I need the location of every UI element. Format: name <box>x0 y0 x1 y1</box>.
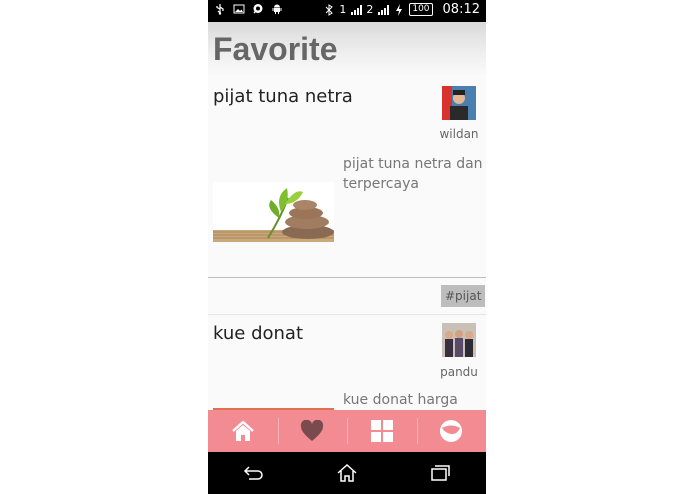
post-divider <box>208 277 486 278</box>
bluetooth-off-icon <box>323 3 335 16</box>
avatar[interactable] <box>442 86 476 120</box>
nav-back-button[interactable] <box>208 452 301 494</box>
post-username: pandu <box>440 365 478 379</box>
grid-icon <box>370 420 393 442</box>
post-description: kue donat harga <box>343 392 458 408</box>
profile-circle-icon <box>440 420 463 442</box>
usb-icon <box>214 3 226 15</box>
nav-recent-button[interactable] <box>393 452 486 494</box>
post-description: pijat tuna netra dan terpercaya <box>343 156 483 192</box>
sim2-label: 2 <box>366 3 374 16</box>
bottom-tab-bar <box>208 410 486 452</box>
post-tag[interactable]: #pijat <box>441 285 486 307</box>
heart-icon <box>301 420 324 441</box>
post-image[interactable] <box>213 182 334 242</box>
tab-favorite[interactable] <box>277 410 348 452</box>
back-icon <box>244 466 264 480</box>
post-card[interactable]: kue donat pandu kue donat harga <box>208 314 486 412</box>
image-icon <box>233 3 245 15</box>
post-card[interactable]: pijat tuna netra wildan pijat tuna netra… <box>208 76 486 276</box>
chat-icon <box>252 3 264 15</box>
app-header: Favorite <box>208 22 486 76</box>
home-nav-icon <box>337 464 357 482</box>
avatar[interactable] <box>442 323 476 357</box>
tab-categories[interactable] <box>347 410 417 452</box>
post-username: wildan <box>439 127 479 141</box>
status-bar: 1 2 100 08:12 <box>208 0 486 22</box>
battery-level: 100 <box>409 3 433 16</box>
clock: 08:12 <box>442 2 480 17</box>
recent-apps-icon <box>430 465 450 481</box>
tab-home[interactable] <box>208 410 278 452</box>
status-right-icons: 1 2 100 08:12 <box>323 2 480 17</box>
system-nav-bar <box>208 452 486 494</box>
page-title: Favorite <box>213 31 338 67</box>
phone-screen: 1 2 100 08:12 Favorite pijat tuna netra <box>208 0 486 494</box>
post-title[interactable]: pijat tuna netra <box>213 86 353 107</box>
post-title[interactable]: kue donat <box>213 323 303 344</box>
signal-icon <box>350 4 363 16</box>
signal-icon-2 <box>377 4 390 16</box>
nav-home-button[interactable] <box>301 452 394 494</box>
home-icon <box>231 420 254 441</box>
status-left-icons <box>214 3 283 15</box>
tab-profile[interactable] <box>416 410 487 452</box>
android-icon <box>271 3 283 15</box>
charging-icon <box>393 3 405 16</box>
sim1-label: 1 <box>339 3 347 16</box>
